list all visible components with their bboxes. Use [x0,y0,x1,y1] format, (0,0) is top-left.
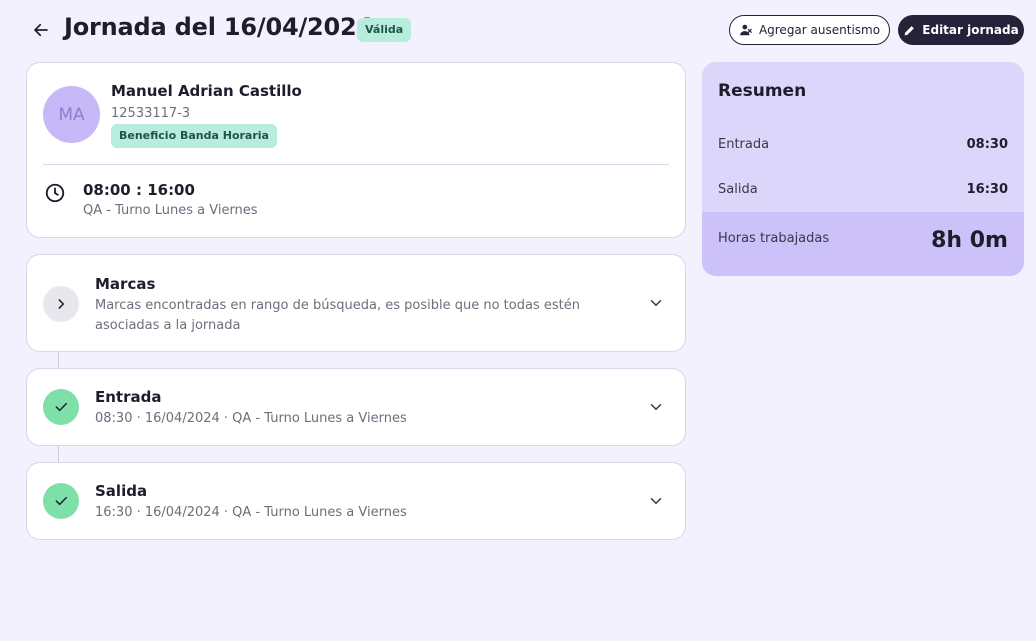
salida-status [43,483,79,519]
marcas-title: Marcas [95,275,156,293]
back-button[interactable] [29,18,53,42]
chevron-down-icon[interactable] [647,294,665,312]
marcas-description: Marcas encontradas en rango de búsqueda,… [95,298,580,333]
employee-card: MA Manuel Adrian Castillo 12533117-3 Ben… [26,62,686,238]
status-badge: Válida [357,18,412,42]
page-header: Jornada del 16/04/2024 Válida Agregar au… [0,0,1036,62]
summary-entrada-value: 08:30 [966,137,1008,152]
summary-salida-value: 16:30 [966,182,1008,197]
entrada-title: Entrada [95,388,162,406]
salida-card[interactable]: Salida 16:30 · 16/04/2024 · QA - Turno L… [26,462,686,540]
arrow-left-icon [34,23,48,37]
marcas-card[interactable]: Marcas Marcas encontradas en rango de bú… [26,254,686,352]
entrada-status [43,389,79,425]
page-title: Jornada del 16/04/2024 [64,13,374,41]
employee-name: Manuel Adrian Castillo [111,82,302,100]
add-absence-button[interactable]: Agregar ausentismo [729,15,890,45]
person-remove-icon [740,24,752,36]
check-icon [55,402,68,412]
hours-worked-value: 8h 0m [931,228,1008,253]
summary-salida-label: Salida [718,182,758,197]
salida-detail: 16:30 · 16/04/2024 · QA - Turno Lunes a … [95,505,407,520]
salida-title: Salida [95,482,148,500]
summary-title: Resumen [718,81,807,101]
summary-entrada-label: Entrada [718,137,770,152]
check-icon [55,496,68,506]
pencil-icon [904,25,915,35]
employee-id: 12533117-3 [111,106,191,121]
timeline-connector [58,352,59,368]
chevron-down-icon[interactable] [647,398,665,416]
add-absence-label: Agregar ausentismo [758,23,881,37]
entrada-detail: 08:30 · 16/04/2024 · QA - Turno Lunes a … [95,411,407,426]
edit-workday-label: Editar jornada [922,23,1019,37]
benefit-badge: Beneficio Banda Horaria [111,124,277,148]
entrada-card[interactable]: Entrada 08:30 · 16/04/2024 · QA - Turno … [26,368,686,446]
shift-time: 08:00 : 16:00 [83,181,195,199]
summary-total: Horas trabajadas 8h 0m [702,212,1024,276]
divider [43,164,669,165]
chevron-right-icon [58,299,65,309]
timeline-connector [58,446,59,462]
marcas-toggle[interactable] [43,286,79,322]
shift-name: QA - Turno Lunes a Viernes [83,203,258,218]
hours-worked-label: Horas trabajadas [718,231,830,246]
edit-workday-button[interactable]: Editar jornada [898,15,1024,45]
avatar: MA [43,86,100,143]
chevron-down-icon[interactable] [647,492,665,510]
summary-panel: Resumen Entrada 08:30 Salida 16:30 Horas… [702,62,1024,276]
clock-icon [45,183,65,203]
